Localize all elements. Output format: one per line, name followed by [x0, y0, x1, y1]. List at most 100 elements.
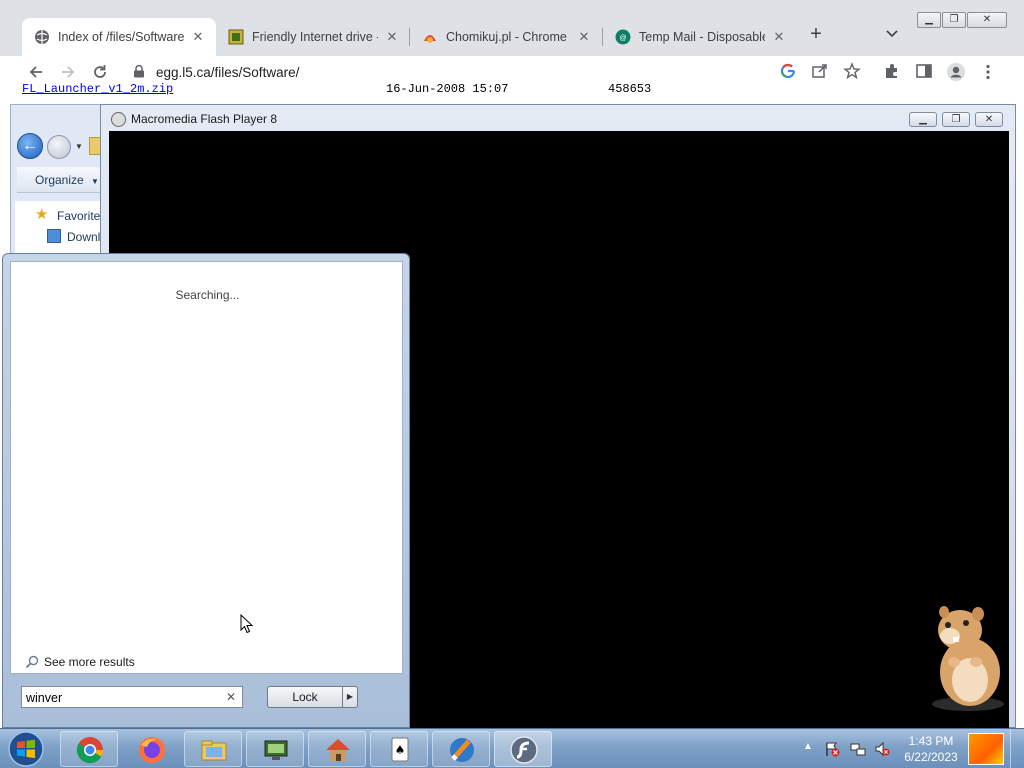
side-panel-icon [916, 64, 932, 78]
bookmark-button[interactable] [842, 62, 862, 82]
tab-title: Temp Mail - Disposable [639, 30, 765, 44]
new-tab-button[interactable]: + [806, 24, 826, 45]
chevron-down-icon: ▼ [91, 177, 99, 186]
see-more-results-label: See more results [44, 655, 135, 669]
taskbar-app-house[interactable] [308, 731, 366, 767]
google-icon [780, 63, 796, 79]
side-panel-button[interactable] [914, 62, 934, 82]
tab-title: Chomikuj.pl - Chrome W [446, 30, 570, 44]
start-search-box[interactable]: ✕ [21, 686, 243, 708]
maximize-button[interactable]: ❐ [942, 112, 970, 127]
profile-button[interactable] [946, 62, 966, 82]
close-window-button[interactable]: ✕ [975, 112, 1003, 127]
monitor-icon [264, 740, 288, 760]
chevron-down-icon[interactable] [885, 27, 901, 43]
star-icon: ★ [35, 206, 49, 223]
search-status-text: Searching... [175, 288, 240, 302]
tab-index-files[interactable]: Index of /files/Software/ ✕ [22, 18, 216, 56]
kebab-menu-icon [986, 64, 990, 80]
arrow-right-icon [62, 66, 75, 78]
tab-temp-mail[interactable]: @ Temp Mail - Disposable ✕ [603, 18, 797, 56]
downloads-label[interactable]: Downl [67, 230, 100, 244]
system-clock[interactable]: 1:43 PM 6/22/2023 [900, 733, 962, 765]
firefox-icon [139, 737, 165, 763]
flash-player-icon [111, 112, 126, 127]
tab-title: Friendly Internet drive - [252, 30, 378, 44]
maximize-button[interactable]: ❐ [942, 12, 966, 28]
tab-strip: Index of /files/Software/ ✕ Friendly Int… [0, 0, 1024, 56]
close-tab-icon[interactable]: ✕ [190, 29, 206, 45]
temp-mail-favicon-icon: @ [615, 29, 631, 45]
url-text: egg.l5.ca/files/Software/ [156, 65, 300, 80]
user-picture-thumbnail [968, 733, 1004, 765]
favorites-label[interactable]: Favorite [57, 209, 100, 223]
windows-explorer-window: ← ▼ Organize ▼ Favorite Downl ★ [10, 104, 111, 264]
organize-button[interactable]: Organize ▼ [17, 167, 111, 193]
minimize-button[interactable]: ▁ [917, 12, 941, 28]
close-tab-icon[interactable]: ✕ [771, 29, 787, 45]
share-button[interactable] [810, 62, 830, 82]
start-button[interactable] [4, 730, 48, 768]
file-date: 16-Jun-2008 15:07 [386, 82, 509, 96]
clock-time: 1:43 PM [908, 734, 954, 748]
taskbar-firefox[interactable] [122, 731, 180, 767]
search-results-panel: Searching... See more results [10, 261, 403, 674]
back-button[interactable]: ← [17, 133, 43, 159]
lock-button[interactable]: Lock [267, 686, 343, 708]
window-title: Macromedia Flash Player 8 [131, 112, 278, 126]
playing-card-icon: ♠ [391, 737, 409, 762]
see-more-results-link[interactable]: See more results [25, 655, 135, 669]
taskbar-explorer[interactable] [184, 731, 242, 767]
star-icon [843, 62, 861, 80]
back-button[interactable] [26, 62, 46, 82]
tab-title: Index of /files/Software/ [58, 30, 184, 44]
show-hidden-icons-button[interactable]: ▲ [803, 741, 813, 752]
taskbar-chrome[interactable] [60, 731, 118, 767]
chevron-down-icon[interactable]: ▼ [75, 142, 83, 151]
house-icon [326, 739, 350, 761]
puzzle-icon [886, 64, 897, 78]
drive-favicon-icon [228, 29, 244, 45]
start-search-input[interactable] [26, 689, 216, 706]
taskbar-app-monitor[interactable] [246, 731, 304, 767]
show-desktop-button[interactable] [1010, 729, 1024, 768]
volume-muted-icon[interactable] [874, 741, 890, 757]
close-window-button[interactable]: ✕ [967, 12, 1007, 28]
tab-chomikuj[interactable]: Chomikuj.pl - Chrome W ✕ [410, 18, 602, 56]
paint-brush-icon [450, 738, 474, 762]
forward-button[interactable] [58, 62, 78, 82]
directory-listing-fragment: FL_Launcher_v1_2m.zip 16-Jun-2008 15:07 … [22, 82, 1022, 96]
close-tab-icon[interactable]: ✕ [384, 29, 400, 45]
taskbar-app-brush[interactable] [432, 731, 490, 767]
svg-text:♠: ♠ [395, 743, 406, 757]
taskbar-solitaire[interactable]: ♠ [370, 731, 428, 767]
share-icon [812, 64, 827, 78]
google-lens-button[interactable] [778, 62, 798, 82]
minimize-button[interactable]: ▁ [909, 112, 937, 127]
reload-button[interactable] [90, 62, 110, 82]
clear-search-icon[interactable]: ✕ [226, 690, 236, 704]
extensions-button[interactable] [882, 62, 902, 82]
forward-button[interactable] [47, 135, 71, 159]
tab-friendly-internet-drive[interactable]: Friendly Internet drive - ✕ [216, 18, 410, 56]
taskbar: ♠ ▲ 1:43 PM 6/22/2023 [0, 728, 1024, 768]
folder-icon [201, 740, 227, 761]
arrow-left-icon [29, 66, 42, 78]
reload-icon [94, 65, 106, 78]
close-tab-icon[interactable]: ✕ [576, 29, 592, 45]
svg-text:@: @ [619, 35, 626, 42]
action-center-flag-icon[interactable] [824, 741, 840, 757]
lock-icon [134, 65, 144, 78]
avatar-icon [947, 63, 965, 81]
chomikuj-favicon-icon [424, 35, 436, 43]
power-options-button[interactable]: ▶ [342, 686, 358, 708]
navigation-pane: Favorite Downl [15, 201, 111, 261]
taskbar-flash-player[interactable] [494, 731, 552, 767]
mouse-cursor-icon [240, 614, 254, 634]
menu-button[interactable] [978, 62, 998, 82]
clock-date: 6/22/2023 [904, 750, 958, 764]
search-icon [25, 655, 39, 669]
file-link[interactable]: FL_Launcher_v1_2m.zip [22, 82, 173, 96]
downloads-folder-icon [47, 229, 61, 243]
network-icon[interactable] [850, 741, 866, 757]
